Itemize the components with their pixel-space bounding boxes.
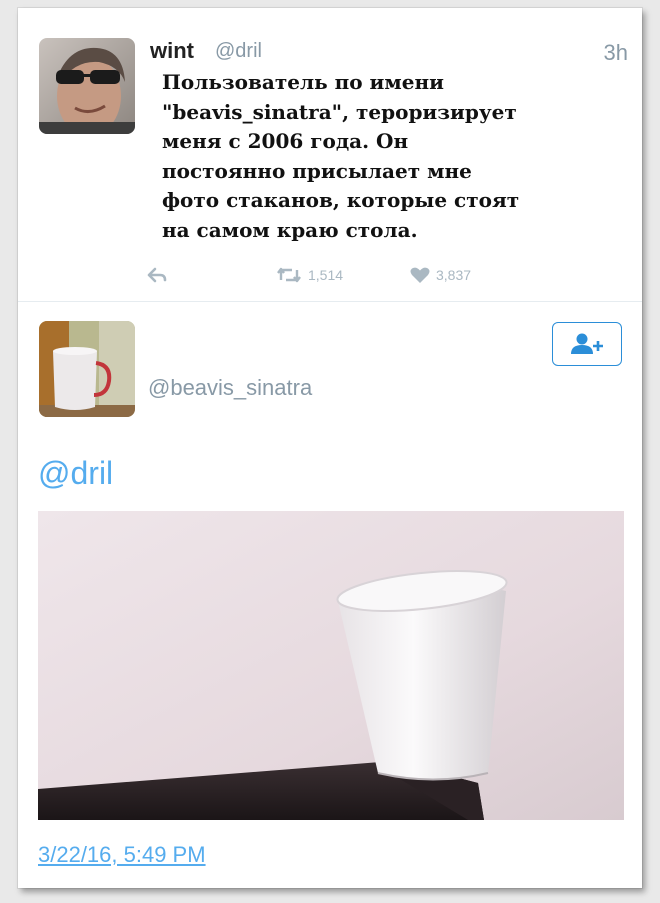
like-count: 3,837 <box>436 267 472 283</box>
tweet-time[interactable]: 3h <box>604 40 628 66</box>
avatar-beavis-sinatra[interactable] <box>39 321 135 417</box>
retweet-count: 1,514 <box>308 267 344 283</box>
tweet-actions: 1,514 3,837 <box>146 266 566 290</box>
tweet-card: wint @dril 3h Пользователь по имени "bea… <box>18 8 642 888</box>
mention-link[interactable]: @dril <box>38 455 113 492</box>
tweet-header: wint @dril 3h <box>150 38 628 68</box>
reply-icon <box>147 267 167 283</box>
follow-button[interactable] <box>552 322 622 366</box>
tweet-timestamp[interactable]: 3/22/16, 5:49 PM <box>38 842 206 868</box>
avatar-wint[interactable] <box>39 38 135 134</box>
like-button[interactable]: 3,837 <box>410 266 471 284</box>
retweet-button[interactable]: 1,514 <box>276 266 343 284</box>
author-name[interactable]: wint <box>150 38 194 64</box>
follow-user-icon <box>571 333 603 354</box>
reply-author-handle[interactable]: @beavis_sinatra <box>148 375 312 401</box>
heart-icon <box>410 267 430 283</box>
author-handle[interactable]: @dril <box>215 40 262 63</box>
retweet-icon <box>277 267 301 283</box>
tweet-text: Пользователь по имени "beavis_sinatra", … <box>162 70 520 242</box>
reply-button[interactable] <box>146 266 168 284</box>
cup-photo[interactable] <box>38 511 624 820</box>
tweet-divider <box>18 301 642 302</box>
